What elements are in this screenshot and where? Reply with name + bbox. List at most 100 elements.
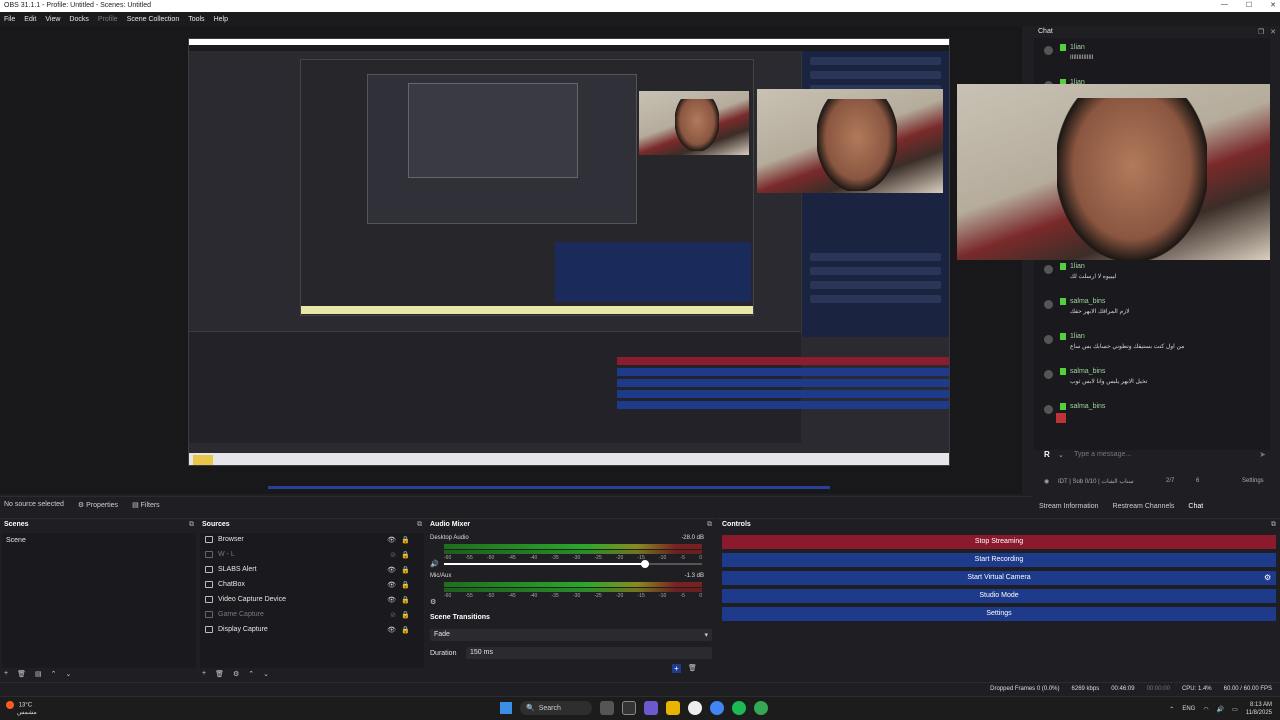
source-display-capture[interactable]: Display Capture 👁 🔒 xyxy=(204,623,416,637)
chat-message-input[interactable]: Type a message... xyxy=(1074,451,1131,458)
scenes-list[interactable]: Scene xyxy=(2,533,196,668)
filter-icon[interactable]: ▤ xyxy=(35,670,42,678)
gear-icon[interactable]: ⚙ xyxy=(1264,573,1271,582)
chat-settings-link[interactable]: Settings xyxy=(1242,478,1264,484)
source-slabs-alert[interactable]: SLABS Alert 👁 🔒 xyxy=(204,563,416,577)
source-chatbox[interactable]: ChatBox 👁 🔒 xyxy=(204,578,416,592)
settings-button[interactable]: Settings xyxy=(722,607,1276,621)
wifi-icon[interactable]: ◠ xyxy=(1203,706,1208,713)
properties-button[interactable]: ⚙ Properties xyxy=(78,501,118,509)
send-icon[interactable]: ➤ xyxy=(1259,450,1266,459)
chat-username[interactable]: 1lian xyxy=(1070,44,1085,51)
preview-canvas[interactable] xyxy=(0,26,1022,494)
undock-icon[interactable]: ⧉ xyxy=(1271,521,1276,529)
close-icon[interactable]: ✕ xyxy=(1270,1,1276,9)
tab-stream-information[interactable]: Stream Information xyxy=(1032,500,1106,514)
source-browser[interactable]: Browser 👁 🔒 xyxy=(204,533,416,547)
transition-select[interactable]: Fade ▾ xyxy=(430,629,712,641)
lock-icon[interactable]: 🔒 xyxy=(401,581,410,589)
duration-input[interactable]: 150 ms xyxy=(466,647,712,659)
windows-start-icon[interactable] xyxy=(500,702,512,714)
source-wl[interactable]: W - L ⊘ 🔒 xyxy=(204,548,416,562)
eye-icon[interactable]: 👁 xyxy=(387,581,396,589)
menu-file[interactable]: File xyxy=(4,16,15,23)
chrome-icon[interactable] xyxy=(710,701,724,715)
obs-icon[interactable] xyxy=(688,701,702,715)
volume-slider[interactable] xyxy=(444,560,702,568)
menu-edit[interactable]: Edit xyxy=(24,16,36,23)
undock-icon[interactable]: ⧉ xyxy=(707,521,712,529)
start-virtual-camera-button[interactable]: Start Virtual Camera xyxy=(722,571,1276,585)
menu-tools[interactable]: Tools xyxy=(188,16,204,23)
move-down-icon[interactable]: ⌄ xyxy=(263,670,269,678)
start-recording-button[interactable]: Start Recording xyxy=(722,553,1276,567)
stop-streaming-button[interactable]: Stop Streaming xyxy=(722,535,1276,549)
clock[interactable]: 8:13 AM 11/8/2025 xyxy=(1246,701,1272,717)
tab-chat[interactable]: Chat xyxy=(1181,500,1210,514)
battery-icon[interactable]: ▭ xyxy=(1232,706,1238,713)
eye-icon[interactable]: 👁 xyxy=(387,626,396,634)
chat-username[interactable]: 1lian xyxy=(1070,333,1085,340)
gear-icon[interactable]: ⚙ xyxy=(430,598,436,606)
trash-icon[interactable]: 🗑 xyxy=(215,670,224,678)
lock-icon[interactable]: 🔒 xyxy=(401,596,410,604)
studio-mode-button[interactable]: Studio Mode xyxy=(722,589,1276,603)
add-icon[interactable]: + xyxy=(202,670,206,678)
source-video-capture[interactable]: Video Capture Device 👁 🔒 xyxy=(204,593,416,607)
eye-icon[interactable]: 👁 xyxy=(387,536,396,544)
undock-icon[interactable]: ⧉ xyxy=(189,521,194,529)
gear-icon[interactable]: ⚙ xyxy=(233,670,239,678)
eye-icon[interactable]: 👁 xyxy=(387,596,396,604)
tab-restream-channels[interactable]: Restream Channels xyxy=(1106,500,1182,514)
eye-icon[interactable]: 👁 xyxy=(387,566,396,574)
speaker-icon[interactable]: 🔊 xyxy=(430,560,439,568)
chat-username[interactable]: 1lian xyxy=(1070,263,1085,270)
chat-username[interactable]: salma_bins xyxy=(1070,368,1105,375)
taskbar-search[interactable]: 🔍 Search xyxy=(520,701,592,715)
maximize-icon[interactable]: ☐ xyxy=(1246,1,1252,9)
add-transition-icon[interactable]: + xyxy=(672,664,681,673)
menu-view[interactable]: View xyxy=(45,16,60,23)
menu-scene-collection[interactable]: Scene Collection xyxy=(127,16,180,23)
undock-icon[interactable]: ⧉ xyxy=(417,521,422,529)
eye-hidden-icon[interactable]: ⊘ xyxy=(390,611,396,619)
minimize-icon[interactable]: — xyxy=(1221,1,1228,9)
copilot-icon[interactable] xyxy=(644,701,658,715)
file-explorer-icon[interactable] xyxy=(666,701,680,715)
trash-icon[interactable]: 🗑 xyxy=(17,670,26,678)
menu-docks[interactable]: Docks xyxy=(69,16,88,23)
weather-widget[interactable]: 13°C مشمس xyxy=(6,701,37,716)
eye-hidden-icon[interactable]: ⊘ xyxy=(390,551,396,559)
spotify-icon[interactable] xyxy=(732,701,746,715)
chat-input-row[interactable]: R ⌄ Type a message... ➤ xyxy=(1042,448,1272,462)
restore-icon[interactable]: ❐ xyxy=(1258,28,1264,36)
widgets-icon[interactable] xyxy=(600,701,614,715)
scene-item[interactable]: Scene xyxy=(6,537,26,544)
chrome-profile-icon[interactable] xyxy=(754,701,768,715)
chat-username[interactable]: salma_bins xyxy=(1070,298,1105,305)
preview-scrollbar[interactable] xyxy=(268,486,830,489)
language[interactable]: ENG xyxy=(1182,706,1195,712)
chat-username[interactable]: salma_bins xyxy=(1070,403,1105,410)
volume-icon[interactable]: 🔊 xyxy=(1217,706,1224,713)
source-game-capture[interactable]: Game Capture ⊘ 🔒 xyxy=(204,608,416,622)
close-icon[interactable]: ✕ xyxy=(1270,28,1276,36)
move-up-icon[interactable]: ⌃ xyxy=(248,670,254,678)
move-up-icon[interactable]: ⌃ xyxy=(51,670,57,678)
chevron-up-icon[interactable]: ⌃ xyxy=(1169,706,1174,713)
program-preview[interactable] xyxy=(188,38,950,466)
lock-icon[interactable]: 🔒 xyxy=(401,551,410,559)
lock-icon[interactable]: 🔒 xyxy=(401,626,410,634)
lock-icon[interactable]: 🔒 xyxy=(401,566,410,574)
add-icon[interactable]: + xyxy=(4,670,8,678)
filters-button[interactable]: ▤ Filters xyxy=(132,501,160,509)
menu-profile[interactable]: Profile xyxy=(98,16,118,23)
trash-icon[interactable]: 🗑 xyxy=(688,664,697,672)
chevron-down-icon[interactable]: ⌄ xyxy=(1058,451,1064,459)
move-down-icon[interactable]: ⌄ xyxy=(65,670,71,678)
menu-help[interactable]: Help xyxy=(214,16,228,23)
lock-icon[interactable]: 🔒 xyxy=(401,536,410,544)
sources-list[interactable]: Browser 👁 🔒 W - L ⊘ 🔒 SLABS Alert 👁 🔒 Ch… xyxy=(200,533,424,668)
task-view-icon[interactable] xyxy=(622,701,636,715)
lock-icon[interactable]: 🔒 xyxy=(401,611,410,619)
